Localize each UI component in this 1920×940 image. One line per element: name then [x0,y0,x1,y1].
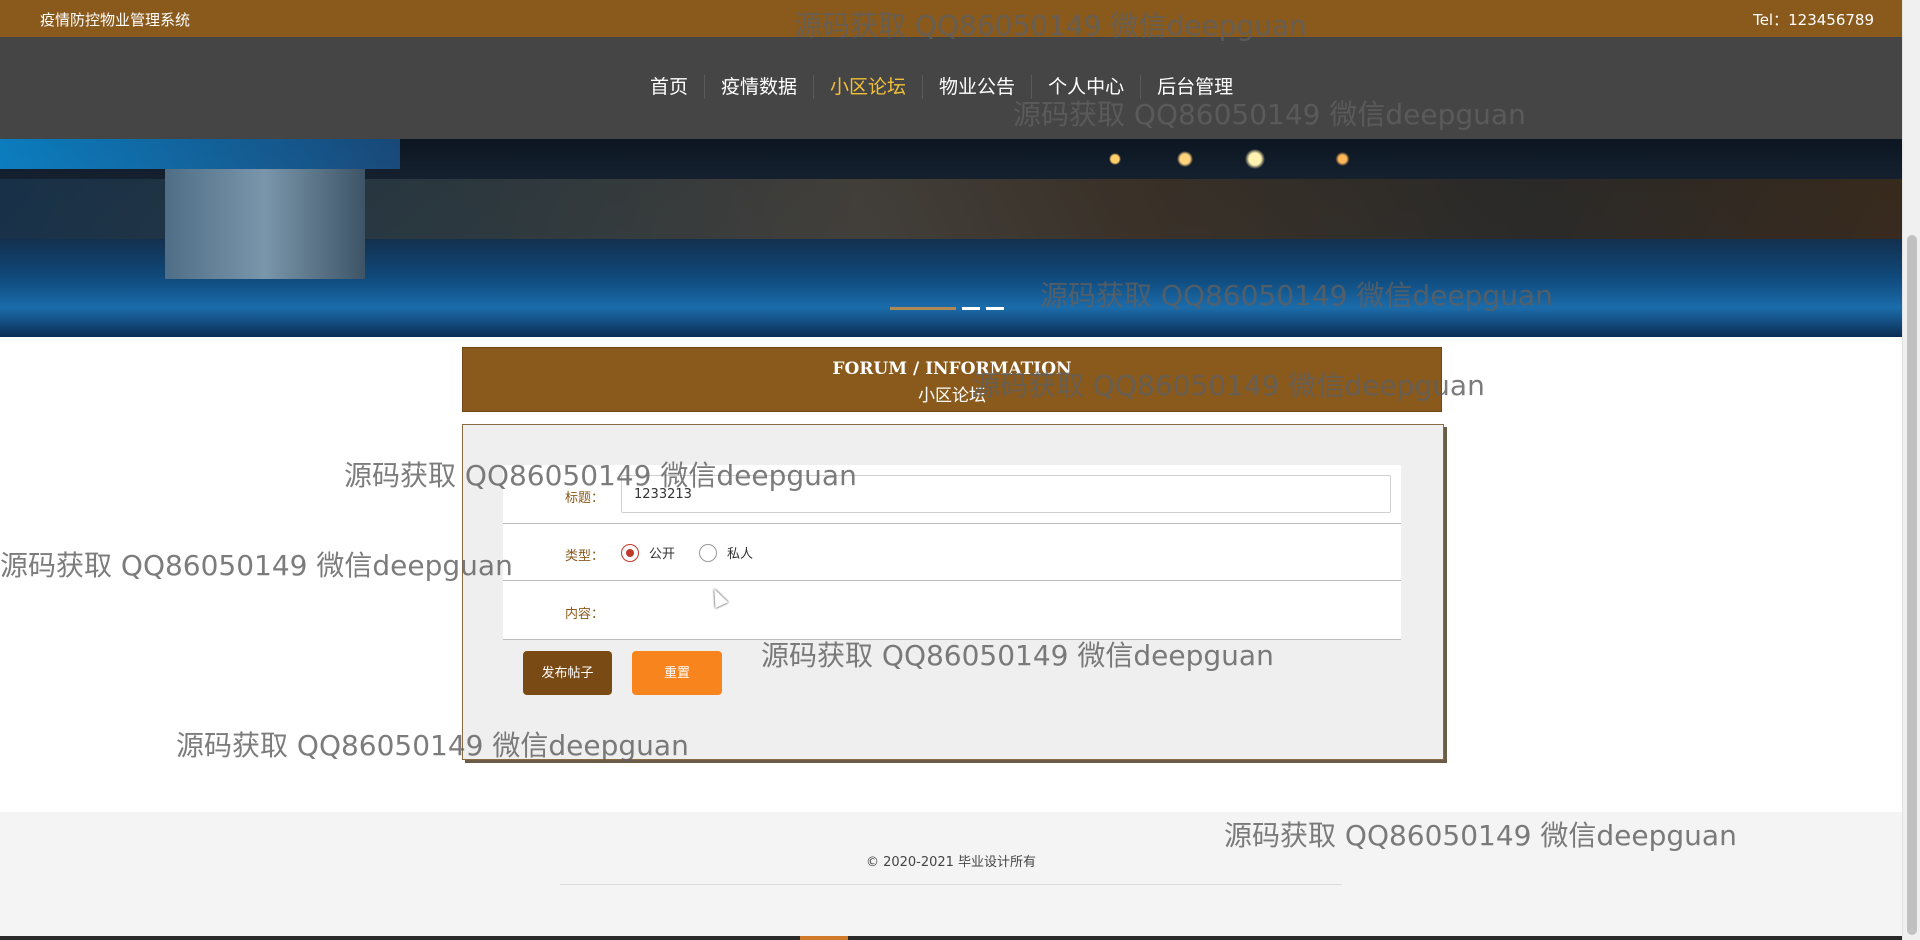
page-scrollbar[interactable] [1902,0,1920,940]
bottom-strip [0,936,1902,940]
copyright-text: © 2020-2021 毕业设计所有 [865,855,1037,870]
scrollbar-thumb[interactable] [1907,235,1917,935]
post-button[interactable]: 发布帖子 [523,651,612,695]
main-nav: 首页 疫情数据 小区论坛 物业公告 个人中心 后台管理 [0,37,1902,139]
nav-item-announcements[interactable]: 物业公告 [922,75,1031,99]
banner-pillar [165,169,365,279]
nav-item-admin[interactable]: 后台管理 [1140,75,1249,99]
watermark-text: 源码获取 QQ86050149 微信deepguan [0,549,513,582]
type-label: 类型： [565,549,605,564]
forum-title-en: FORUM / INFORMATION [832,359,1072,379]
forum-title-cn: 小区论坛 [918,386,986,406]
carousel-indicators [890,307,1004,310]
form-row-content: 内容： [503,581,1401,640]
bottom-strip-accent [800,936,848,940]
carousel-dot-1[interactable] [890,307,956,310]
type-radio-group: 公开 私人 [621,543,777,562]
reset-button[interactable]: 重置 [632,651,722,695]
nav-item-forum[interactable]: 小区论坛 [813,75,922,99]
top-bar: 疫情防控物业管理系统 Tel：123456789 [0,0,1902,37]
banner-carousel [0,139,1902,337]
title-label: 标题： [565,491,605,506]
title-input[interactable] [621,475,1391,513]
post-form: 标题： 类型： 公开 私人 内容： [503,465,1401,640]
carousel-dot-2[interactable] [962,307,980,310]
tel-text: Tel：123456789 [1753,11,1874,29]
footer: © 2020-2021 毕业设计所有 [0,812,1902,936]
forum-header: FORUM / INFORMATION 小区论坛 [462,347,1442,412]
footer-divider [560,884,1342,885]
radio-private[interactable] [699,543,718,562]
form-row-title: 标题： [503,465,1401,524]
nav-item-epidemic-data[interactable]: 疫情数据 [704,75,813,99]
post-form-container: 标题： 类型： 公开 私人 内容： [462,424,1444,760]
banner-bridge [0,139,400,169]
radio-public-label[interactable]: 公开 [649,543,675,562]
form-row-type: 类型： 公开 私人 [503,524,1401,581]
nav-item-home[interactable]: 首页 [634,75,704,99]
radio-private-label[interactable]: 私人 [727,543,753,562]
system-title: 疫情防控物业管理系统 [40,11,191,29]
nav-item-personal-center[interactable]: 个人中心 [1031,75,1140,99]
banner-lights [1080,149,1430,169]
carousel-dot-3[interactable] [986,307,1004,310]
radio-public[interactable] [621,543,639,562]
content-label: 内容： [565,607,605,622]
